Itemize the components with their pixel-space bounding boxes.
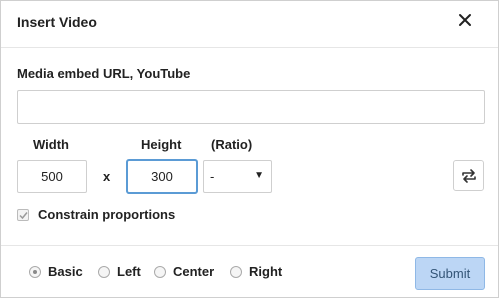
radio-right[interactable] — [230, 266, 242, 278]
constrain-label: Constrain proportions — [38, 207, 176, 222]
width-label: Width — [33, 137, 69, 152]
dialog-header: Insert Video — [1, 1, 498, 48]
swap-dimensions-button[interactable] — [453, 160, 484, 191]
dropdown-arrow-icon: ▼ — [254, 170, 264, 181]
radio-left[interactable] — [98, 266, 110, 278]
height-label: Height — [141, 137, 182, 152]
radio-basic[interactable] — [29, 266, 41, 278]
dimension-separator: x — [103, 169, 111, 184]
submit-button[interactable]: Submit — [415, 257, 485, 290]
radio-center[interactable] — [154, 266, 166, 278]
close-icon[interactable] — [456, 11, 474, 29]
url-input[interactable] — [17, 90, 485, 124]
dialog-title: Insert Video — [17, 14, 97, 30]
ratio-label: (Ratio) — [211, 137, 253, 152]
radio-left-label: Left — [117, 264, 141, 279]
constrain-checkbox[interactable] — [17, 209, 29, 221]
width-input[interactable] — [17, 160, 87, 193]
height-input[interactable] — [127, 160, 197, 193]
dialog-footer: Basic Left Center Right Submit — [1, 245, 498, 297]
radio-basic-label: Basic — [48, 264, 83, 279]
ratio-select[interactable]: - ▼ — [203, 160, 272, 193]
url-label: Media embed URL, YouTube — [17, 66, 191, 81]
insert-video-dialog: Insert Video Media embed URL, YouTube Wi… — [0, 0, 499, 298]
checkmark-icon — [19, 212, 28, 220]
radio-center-label: Center — [173, 264, 215, 279]
ratio-select-value: - — [210, 169, 215, 184]
swap-icon — [462, 169, 476, 183]
radio-right-label: Right — [249, 264, 283, 279]
